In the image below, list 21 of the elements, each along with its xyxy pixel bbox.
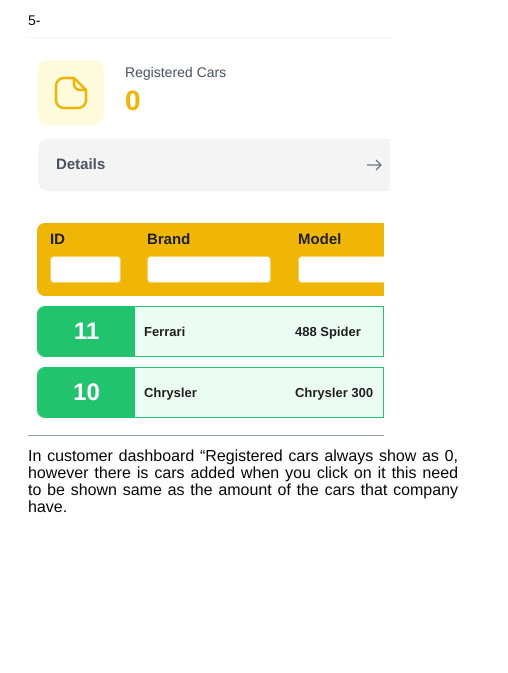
filter-field[interactable]	[147, 256, 271, 283]
table-cell-text: Chrysler 300	[295, 384, 374, 402]
column-header: Model	[298, 231, 342, 249]
details-link[interactable]: Details	[38, 139, 390, 191]
card-title: Registered Cars	[125, 63, 226, 82]
filter-field[interactable]	[298, 256, 384, 283]
table-cell-text: 488 Spider	[295, 322, 361, 341]
column-header: Brand	[147, 231, 190, 249]
section-number: 5-	[28, 11, 40, 29]
id-cell: 10	[38, 368, 135, 417]
table-row[interactable]: 10 Chrysler Chrysler 300	[37, 367, 384, 418]
note-paragraph: In customer dashboard “Registered cars always show as 0, however there is cars added when you click on it this need to be shown same as the amount of the cars that company have.	[28, 448, 458, 516]
stat-value: 0	[125, 84, 141, 118]
table-cell-text: Ferrari	[144, 322, 186, 341]
id-cell: 11	[38, 307, 135, 356]
sticky-note-icon	[54, 76, 88, 110]
table-row[interactable]: 11 Ferrari 488 Spider	[37, 306, 384, 357]
filter-field[interactable]	[50, 256, 121, 283]
arrow-right-icon	[366, 159, 382, 171]
table-cell-text: Chrysler	[144, 384, 197, 402]
column-header: ID	[50, 231, 65, 249]
